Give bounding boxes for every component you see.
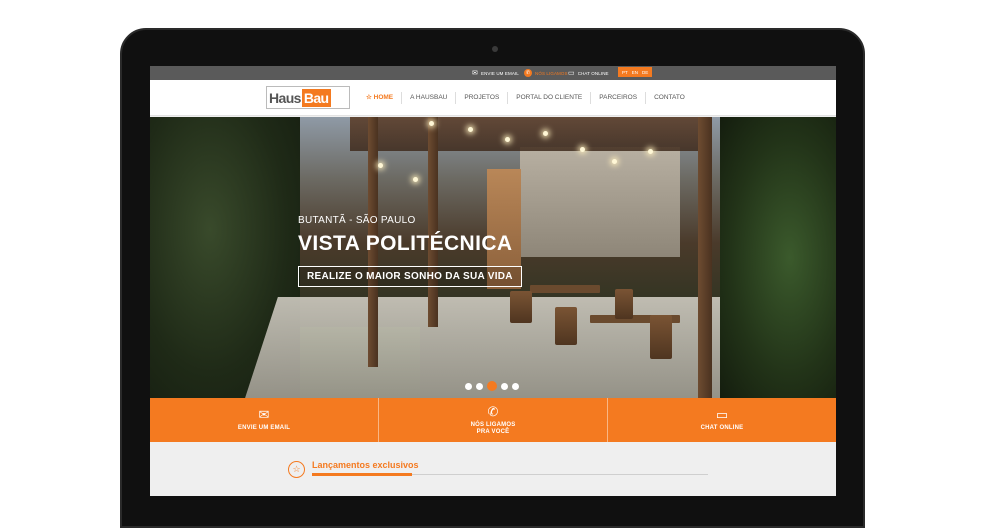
slider-pagination <box>465 381 519 391</box>
hero-wall <box>520 147 680 257</box>
hero-chair <box>555 307 577 345</box>
hero-light <box>429 121 434 126</box>
language-switcher: PT EN DE <box>618 67 653 77</box>
nav-item-projetos[interactable]: PROJETOS <box>455 92 507 104</box>
phone-icon: ✆ <box>524 69 532 77</box>
lang-pt[interactable]: PT <box>622 70 628 75</box>
hero-title: VISTA POLITÉCNICA <box>298 232 513 255</box>
email-link[interactable]: ✉ ENVIE UM EMAIL <box>472 66 519 80</box>
hero-beam <box>428 117 438 327</box>
chat-icon: ▭ <box>715 407 729 422</box>
nav-item-label: PROJETOS <box>464 94 500 101</box>
chat-action-label: CHAT ONLINE <box>700 425 744 431</box>
hero-chair <box>650 315 672 359</box>
email-action[interactable]: ✉ ENVIE UM EMAIL <box>150 398 379 442</box>
hero-chair <box>615 289 633 319</box>
hero-location: BUTANTÃ - SÃO PAULO <box>298 215 416 226</box>
hero-light <box>612 159 617 164</box>
hero-cta-button[interactable]: REALIZE O MAIOR SONHO DA SUA VIDA <box>298 266 522 287</box>
hero-light <box>543 131 548 136</box>
releases-divider-accent <box>312 473 412 476</box>
main-nav: ☆ HOME A HAUSBAU PROJETOS PORTAL DO CLIE… <box>358 80 693 116</box>
nav-item-hausbau[interactable]: A HAUSBAU <box>401 92 455 104</box>
hero-light <box>580 147 585 152</box>
chat-link-label: CHAT ONLINE <box>577 70 609 76</box>
email-link-label: ENVIE UM EMAIL <box>480 70 519 76</box>
releases-section: ☆ Lançamentos exclusivos <box>150 442 836 496</box>
star-icon: ☆ <box>288 461 305 478</box>
slider-dot[interactable] <box>512 382 519 390</box>
chat-icon: ▭ <box>568 69 575 77</box>
nav-item-label: A HAUSBAU <box>410 94 448 101</box>
email-action-label: ENVIE UM EMAIL <box>237 425 291 431</box>
call-link[interactable]: ✆ NÓS LIGAMOS <box>524 66 568 80</box>
hero-beam <box>698 117 712 398</box>
hero-table <box>530 285 600 293</box>
hero-light <box>413 177 418 182</box>
nav-item-label: HOME <box>373 94 394 101</box>
callback-action-label: NÓS LIGAMOS PRA VOCÊ <box>470 421 516 435</box>
callback-action[interactable]: ✆ NÓS LIGAMOS PRA VOCÊ <box>379 398 608 442</box>
chat-action[interactable]: ▭ CHAT ONLINE <box>608 398 836 442</box>
hero-chair <box>510 291 532 323</box>
slider-dot-active[interactable] <box>487 381 497 391</box>
star-icon: ☆ <box>366 94 372 101</box>
utility-bar: ✉ ENVIE UM EMAIL ✆ NÓS LIGAMOS ▭ CHAT ON… <box>150 66 836 80</box>
envelope-icon: ✉ <box>258 407 270 422</box>
nav-item-portal[interactable]: PORTAL DO CLIENTE <box>507 92 590 104</box>
contact-actions: ✉ ENVIE UM EMAIL ✆ NÓS LIGAMOS PRA VOCÊ … <box>150 398 836 442</box>
website-screen: ✉ ENVIE UM EMAIL ✆ NÓS LIGAMOS ▭ CHAT ON… <box>150 66 836 496</box>
hero-banner: BUTANTÃ - SÃO PAULO VISTA POLITÉCNICA RE… <box>150 117 836 398</box>
slider-dot[interactable] <box>465 382 472 390</box>
hero-pergola <box>350 117 710 151</box>
brand-logo[interactable]: Haus Bau <box>266 86 350 109</box>
nav-item-parceiros[interactable]: PARCEIROS <box>590 92 645 104</box>
nav-item-contato[interactable]: CONTATO <box>645 92 693 104</box>
lang-en[interactable]: EN <box>632 70 638 75</box>
logo-text-bau: Bau <box>301 88 331 107</box>
hero-light <box>378 163 383 168</box>
lang-de[interactable]: DE <box>642 70 648 75</box>
hero-light <box>468 127 473 132</box>
nav-item-label: PORTAL DO CLIENTE <box>516 94 583 101</box>
nav-item-home[interactable]: ☆ HOME <box>358 92 401 104</box>
hero-light <box>505 137 510 142</box>
webcam <box>492 46 498 52</box>
releases-title: Lançamentos exclusivos <box>312 460 419 470</box>
nav-item-label: PARCEIROS <box>599 94 638 101</box>
logo-text-haus: Haus <box>269 89 301 106</box>
call-link-label: NÓS LIGAMOS <box>535 70 568 76</box>
main-header: Haus Bau ☆ HOME A HAUSBAU PROJETOS PORTA… <box>150 80 836 116</box>
slider-dot[interactable] <box>476 382 483 390</box>
phone-icon: ✆ <box>487 403 499 419</box>
chat-link[interactable]: ▭ CHAT ONLINE <box>568 66 609 80</box>
nav-item-label: CONTATO <box>654 94 685 101</box>
slider-dot[interactable] <box>501 382 508 390</box>
hero-foliage-right <box>720 117 836 398</box>
hero-light <box>648 149 653 154</box>
envelope-icon: ✉ <box>472 69 478 77</box>
